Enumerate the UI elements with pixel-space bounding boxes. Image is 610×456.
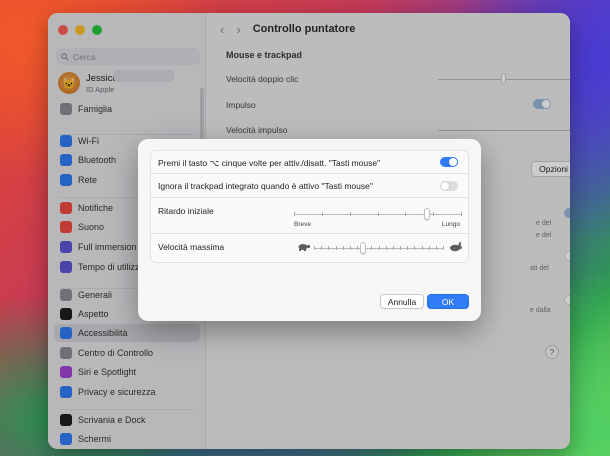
initial-delay-row: Ritardo iniziale Breve Lungo [151,198,468,234]
toggle-row-ignore-trackpad: Ignora il trackpad integrato quando è at… [151,174,468,198]
slider-tick [435,246,437,250]
slider-tick [357,246,358,250]
slider-tick [405,212,407,216]
slider-tick [349,212,351,216]
slider-tick [421,246,423,250]
slider-tick [321,212,323,216]
slider-tick [294,212,295,216]
toggle-mouse-keys-switch[interactable] [440,157,458,167]
initial-delay-label: Ritardo iniziale [158,206,214,216]
slider-tick [377,212,379,216]
max-speed-row: Velocità massima [151,234,468,263]
slider-tick [371,246,373,250]
cancel-button[interactable]: Annulla [380,294,424,309]
max-speed-slider[interactable] [314,242,444,256]
options-card: Premi il tasto ⌥ cinque volte per attiv.… [150,150,469,263]
toggle-row-mouse-keys: Premi il tasto ⌥ cinque volte per attiv.… [151,151,468,174]
slider-tick [321,246,323,250]
slider-tick [407,246,409,250]
slider-tick [328,246,330,250]
slider-tick [349,246,351,250]
slider-tick [342,246,344,250]
slider-tick [400,246,401,250]
slider-knob[interactable] [359,242,366,254]
turtle-icon [297,242,311,253]
slider-tick [314,246,315,250]
slider-tick [428,246,430,250]
slider-tick [378,246,380,250]
slider-knob[interactable] [423,208,430,220]
slider-tick [461,212,462,216]
slider-max-label: Lungo [441,221,460,228]
toggle-mouse-keys-label: Premi il tasto ⌥ cinque volte per attiv.… [158,158,381,168]
ok-button[interactable]: OK [427,294,469,309]
slider-min-label: Breve [294,221,311,228]
max-speed-label: Velocità massima [158,242,225,252]
slider-tick [385,246,387,250]
mouse-keys-options-sheet: Premi il tasto ⌥ cinque volte per attiv.… [138,139,481,321]
slider-tick [335,246,337,250]
initial-delay-slider[interactable] [294,208,462,222]
slider-tick [443,246,444,250]
rabbit-icon [449,241,462,254]
slider-tick [392,246,394,250]
ignore-trackpad-switch[interactable] [440,181,458,191]
ignore-trackpad-label: Ignora il trackpad integrato quando è at… [158,181,373,191]
slider-tick [414,246,416,250]
slider-tick [433,212,435,216]
